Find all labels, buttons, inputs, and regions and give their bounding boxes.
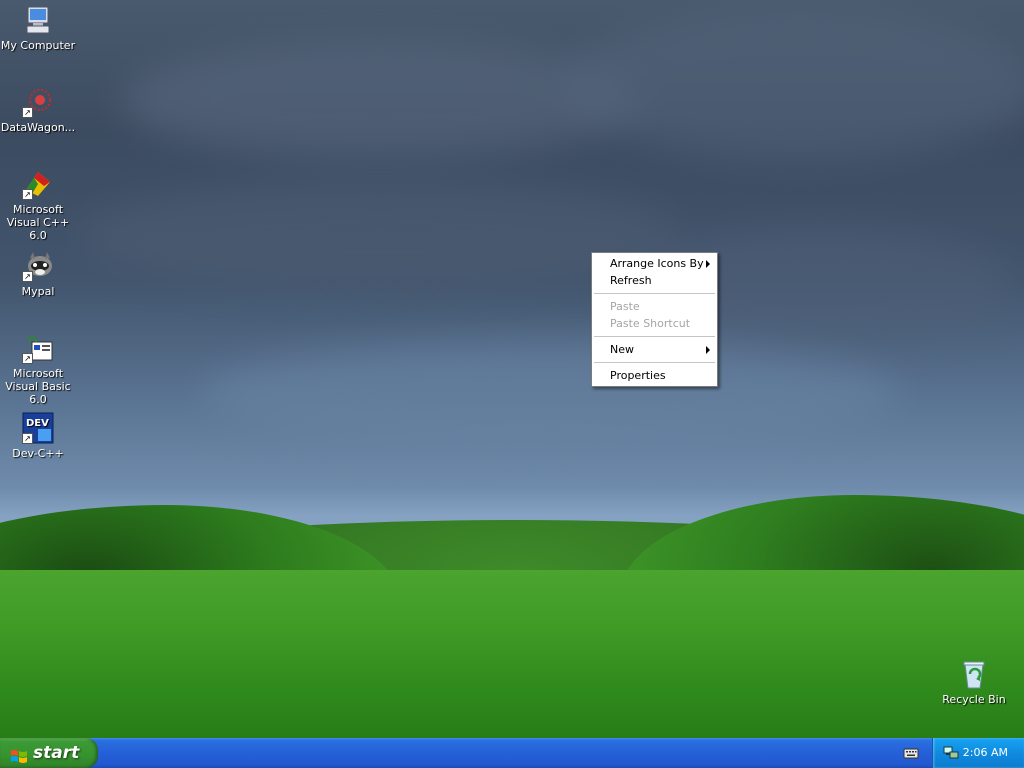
desktop-icon-visual-basic[interactable]: ↗ Microsoft Visual Basic 6.0 xyxy=(0,332,76,406)
shortcut-arrow-icon: ↗ xyxy=(22,107,33,118)
dev-cpp-icon: DEV ↗ xyxy=(22,412,54,444)
recycle-bin-icon xyxy=(958,658,990,690)
menu-item-properties[interactable]: Properties xyxy=(592,367,717,384)
desktop-icon-datawagon[interactable]: ↗ DataWagon... xyxy=(0,86,76,134)
menu-item-label: New xyxy=(610,343,634,356)
shortcut-arrow-icon: ↗ xyxy=(22,433,33,444)
start-label: start xyxy=(33,743,80,763)
cloud xyxy=(560,10,1024,160)
start-button[interactable]: start xyxy=(0,738,98,768)
menu-item-arrange-icons-by[interactable]: Arrange Icons By xyxy=(592,255,717,272)
menu-item-label: Properties xyxy=(610,369,666,382)
desktop-icon-label: My Computer xyxy=(0,39,76,52)
desktop-icon-mypal[interactable]: ↗ Mypal xyxy=(0,250,76,298)
dev-badge: DEV xyxy=(26,418,49,429)
windows-flag-icon xyxy=(10,745,28,763)
desktop-icon-recycle-bin[interactable]: Recycle Bin xyxy=(936,658,1012,706)
cloud xyxy=(200,340,900,450)
menu-separator xyxy=(594,293,715,294)
meadow xyxy=(0,570,1024,738)
shortcut-arrow-icon: ↗ xyxy=(22,189,33,200)
keyboard-icon[interactable] xyxy=(903,745,919,761)
clock[interactable]: 2:06 AM xyxy=(963,738,1008,768)
desktop-context-menu[interactable]: Arrange Icons By Refresh Paste Paste Sho… xyxy=(591,252,718,387)
system-tray: 2:06 AM xyxy=(932,738,1024,768)
desktop-icon-label: Microsoft Visual C++ 6.0 xyxy=(6,203,70,242)
desktop-icon-visual-cpp[interactable]: ↗ Microsoft Visual C++ 6.0 xyxy=(0,168,76,242)
visual-cpp-icon: ↗ xyxy=(22,168,54,200)
mypal-icon: ↗ xyxy=(22,250,54,282)
menu-item-label: Arrange Icons By xyxy=(610,257,704,270)
menu-separator xyxy=(594,336,715,337)
taskbar[interactable]: start 2:06 AM xyxy=(0,738,1024,768)
desktop-icon-dev-cpp[interactable]: DEV ↗ Dev-C++ xyxy=(0,412,76,460)
submenu-arrow-icon xyxy=(706,346,710,354)
desktop-icon-my-computer[interactable]: My Computer xyxy=(0,4,76,52)
menu-item-paste-shortcut: Paste Shortcut xyxy=(592,315,717,332)
menu-item-new[interactable]: New xyxy=(592,341,717,358)
menu-item-label: Refresh xyxy=(610,274,652,287)
my-computer-icon xyxy=(22,4,54,36)
menu-item-paste: Paste xyxy=(592,298,717,315)
visual-basic-icon: ↗ xyxy=(22,332,54,364)
shortcut-arrow-icon: ↗ xyxy=(22,353,33,364)
network-icon[interactable] xyxy=(943,745,959,761)
datawagon-icon: ↗ xyxy=(22,86,54,118)
shortcut-arrow-icon: ↗ xyxy=(22,271,33,282)
desktop-icon-label: Mypal xyxy=(21,285,55,298)
cloud xyxy=(80,180,680,290)
desktop-icon-label: DataWagon... xyxy=(0,121,76,134)
cloud xyxy=(120,40,640,160)
desktop-icon-label: Recycle Bin xyxy=(942,693,1006,706)
menu-separator xyxy=(594,362,715,363)
desktop[interactable]: My Computer ↗ DataWagon... ↗ Microsoft V… xyxy=(0,0,1024,738)
submenu-arrow-icon xyxy=(706,260,710,268)
desktop-icon-label: Microsoft Visual Basic 6.0 xyxy=(5,367,71,406)
menu-item-refresh[interactable]: Refresh xyxy=(592,272,717,289)
desktop-icon-label: Dev-C++ xyxy=(12,447,64,460)
menu-item-label: Paste Shortcut xyxy=(610,317,691,330)
menu-item-label: Paste xyxy=(610,300,640,313)
